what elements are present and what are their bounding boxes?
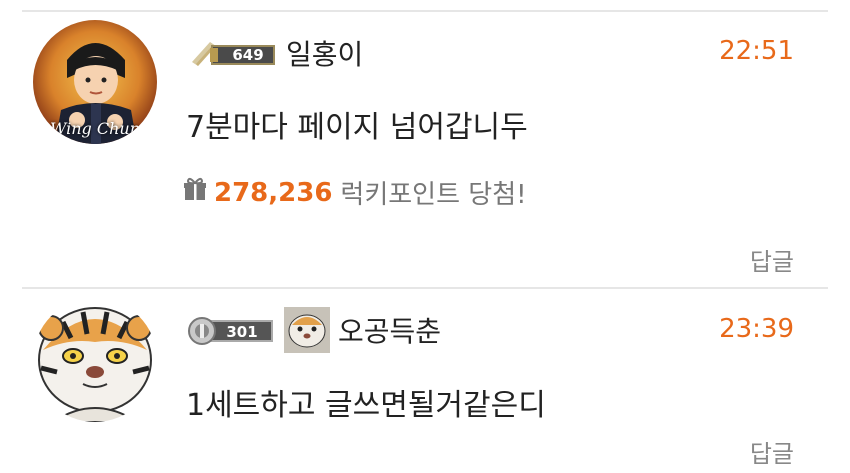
level-badge: 301 [186,315,276,345]
nickname[interactable]: 일홍이 [286,33,363,73]
comment-text: 7분마다 페이지 넘어갑니두 [186,110,528,145]
level-number: 649 [232,46,263,64]
comment-time: 22:51 [719,36,794,66]
lucky-point-row: 278,236 럭키포인트 당첨! [182,174,527,211]
comment-list: Wing Chun 649 일홍이 22:51 7분마다 페이지 넘어갑니두 2… [0,0,850,473]
comment-time: 23:39 [719,314,794,344]
gift-icon [182,176,208,209]
comment-header: 649 일홍이 [186,33,363,73]
nickname[interactable]: 오공득춘 [338,310,441,350]
level-number: 301 [226,323,257,341]
avatar[interactable]: Wing Chun [33,20,157,144]
reply-button[interactable]: 답글 [750,242,794,277]
level-badge: 649 [186,38,278,68]
divider [22,10,828,12]
reply-button[interactable]: 답글 [750,434,794,469]
avatar[interactable] [33,298,157,422]
divider [22,287,828,289]
comment-text: 1세트하고 글쓰면될거같은디 [186,388,546,423]
lucky-point-label: 럭키포인트 당첨! [340,180,527,210]
comment-header: 301 오공득춘 [186,307,441,353]
avatar-caption: Wing Chun [49,119,141,138]
lucky-point-amount: 278,236 [214,177,333,208]
tiger-emblem-icon [284,307,330,353]
